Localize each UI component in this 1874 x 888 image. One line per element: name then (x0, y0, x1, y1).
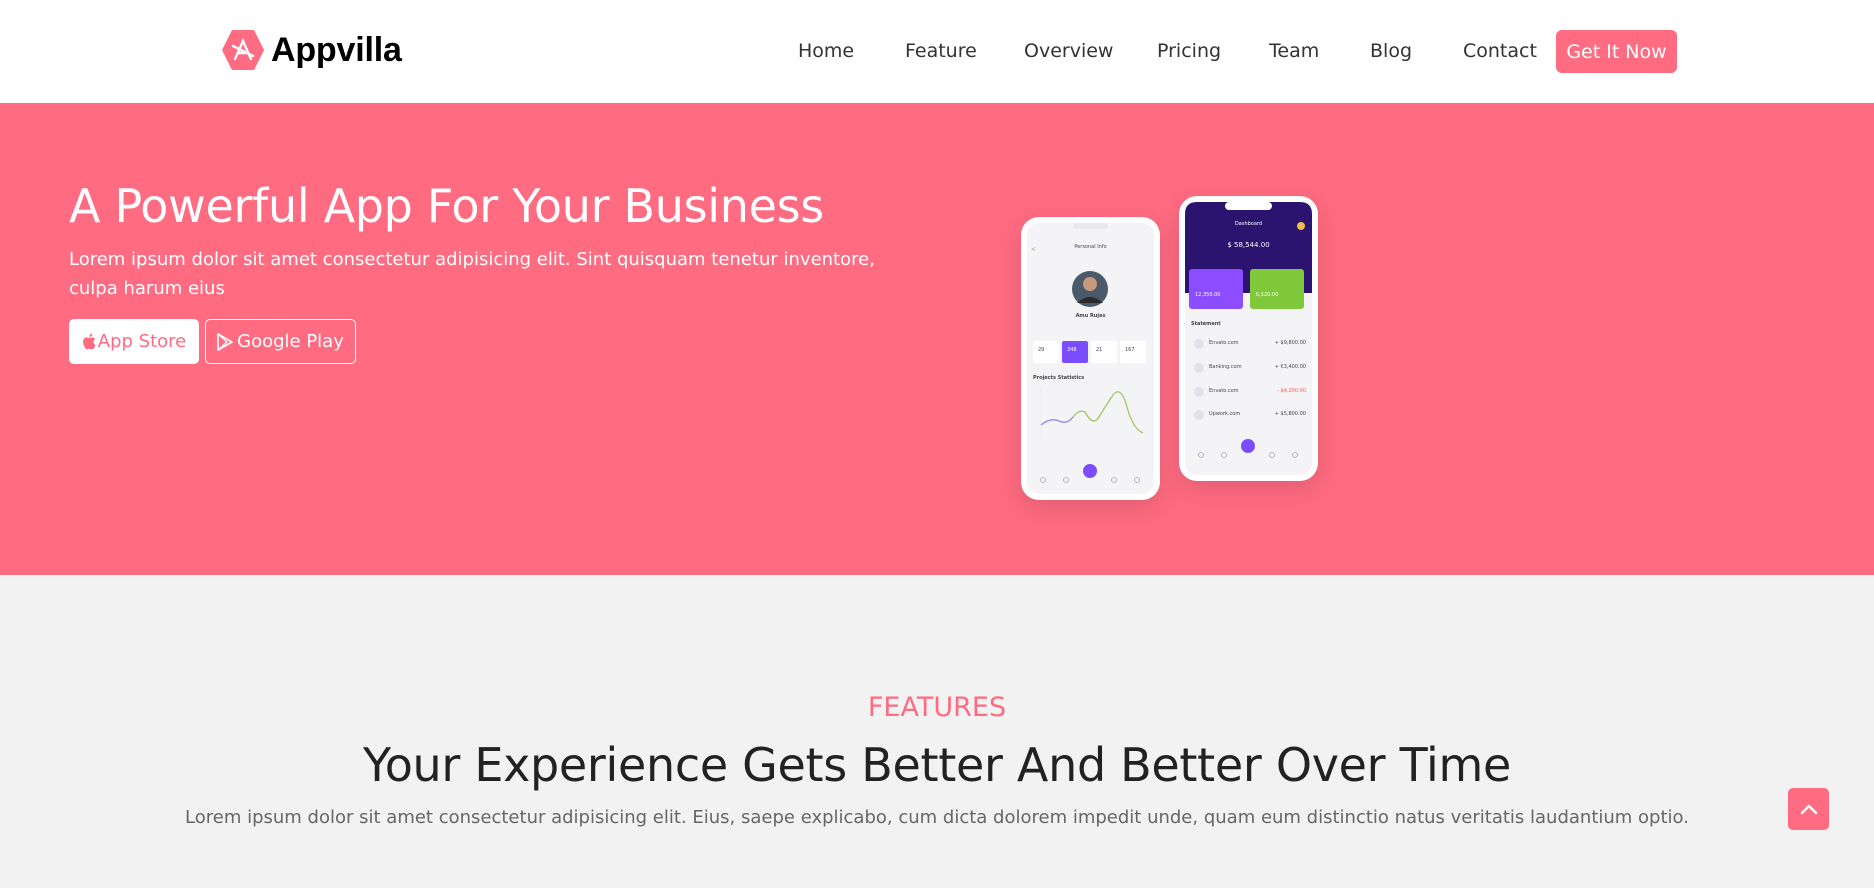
profile-name: Amu Rujes (1075, 313, 1106, 319)
chevron-up-icon (1800, 804, 1817, 815)
statement-row-4-name: Upwork.com (1209, 411, 1241, 417)
statement-row-4-amount: + $5,800.00 (1274, 411, 1306, 417)
profile-chart-title: Projects Statistics (1033, 375, 1085, 381)
nav-blog[interactable]: Blog (1370, 40, 1412, 62)
statement-row-2-amount: + €3,400.00 (1274, 364, 1306, 370)
dashboard-header: Dashboard (1234, 221, 1263, 227)
nav-home[interactable]: Home (798, 40, 854, 62)
nav-feature[interactable]: Feature (905, 40, 977, 62)
play-icon (217, 332, 233, 351)
logo-icon (221, 28, 265, 72)
statement-row-2-name: Banking.com (1209, 364, 1242, 370)
dashboard-card-1: 12,350.00 (1195, 292, 1221, 298)
profile-stat-2: 348 (1067, 347, 1077, 353)
statement-row-1-amount: + $9,800.00 (1274, 340, 1306, 346)
get-it-now-button[interactable]: Get It Now (1556, 30, 1677, 73)
google-play-button[interactable]: Google Play (205, 319, 356, 364)
dashboard-balance: $ 58,544.00 (1227, 241, 1270, 249)
profile-stat-3: 21 (1096, 347, 1103, 353)
hero-title: A Powerful App For Your Business (69, 179, 824, 233)
hero-section: A Powerful App For Your Business Lorem i… (0, 103, 1874, 575)
scroll-to-top-button[interactable] (1788, 788, 1829, 830)
dashboard-card-2: 6,520.00 (1256, 292, 1279, 298)
nav-team[interactable]: Team (1269, 40, 1319, 62)
app-store-button[interactable]: App Store (69, 319, 199, 364)
dashboard-statement-title: Statement (1191, 321, 1221, 327)
profile-stat-4: 167 (1125, 347, 1135, 353)
hero-text: Lorem ipsum dolor sit amet consectetur a… (69, 249, 875, 299)
profile-stat-1: 29 (1038, 347, 1045, 353)
statement-row-3-name: Envato.com (1209, 388, 1239, 394)
google-play-label: Google Play (237, 331, 344, 352)
features-title: Your Experience Gets Better And Better O… (363, 738, 1511, 792)
logo[interactable]: Appvilla (221, 28, 402, 72)
profile-header: Personal Info (1074, 244, 1107, 250)
nav-overview[interactable]: Overview (1024, 40, 1113, 62)
app-store-label: App Store (97, 331, 187, 352)
phone-mockup-profile: < Personal Info Amu Rujes 29 348 21 167 … (1021, 217, 1160, 500)
statement-row-1-name: Envato.com (1209, 340, 1239, 346)
logo-text: Appvilla (271, 30, 402, 69)
nav-pricing[interactable]: Pricing (1157, 40, 1221, 62)
features-text: Lorem ipsum dolor sit amet consectetur a… (185, 807, 1689, 828)
apple-icon (82, 333, 96, 350)
statement-row-3-amount: - $4,200.00 (1277, 388, 1306, 394)
phone-mockup-dashboard: Dashboard $ 58,544.00 12,350.00 6,520.00… (1179, 196, 1318, 481)
nav-contact[interactable]: Contact (1463, 40, 1537, 62)
features-label: FEATURES (867, 692, 1007, 723)
site-header: Appvilla Home Feature Overview Pricing T… (0, 0, 1874, 103)
